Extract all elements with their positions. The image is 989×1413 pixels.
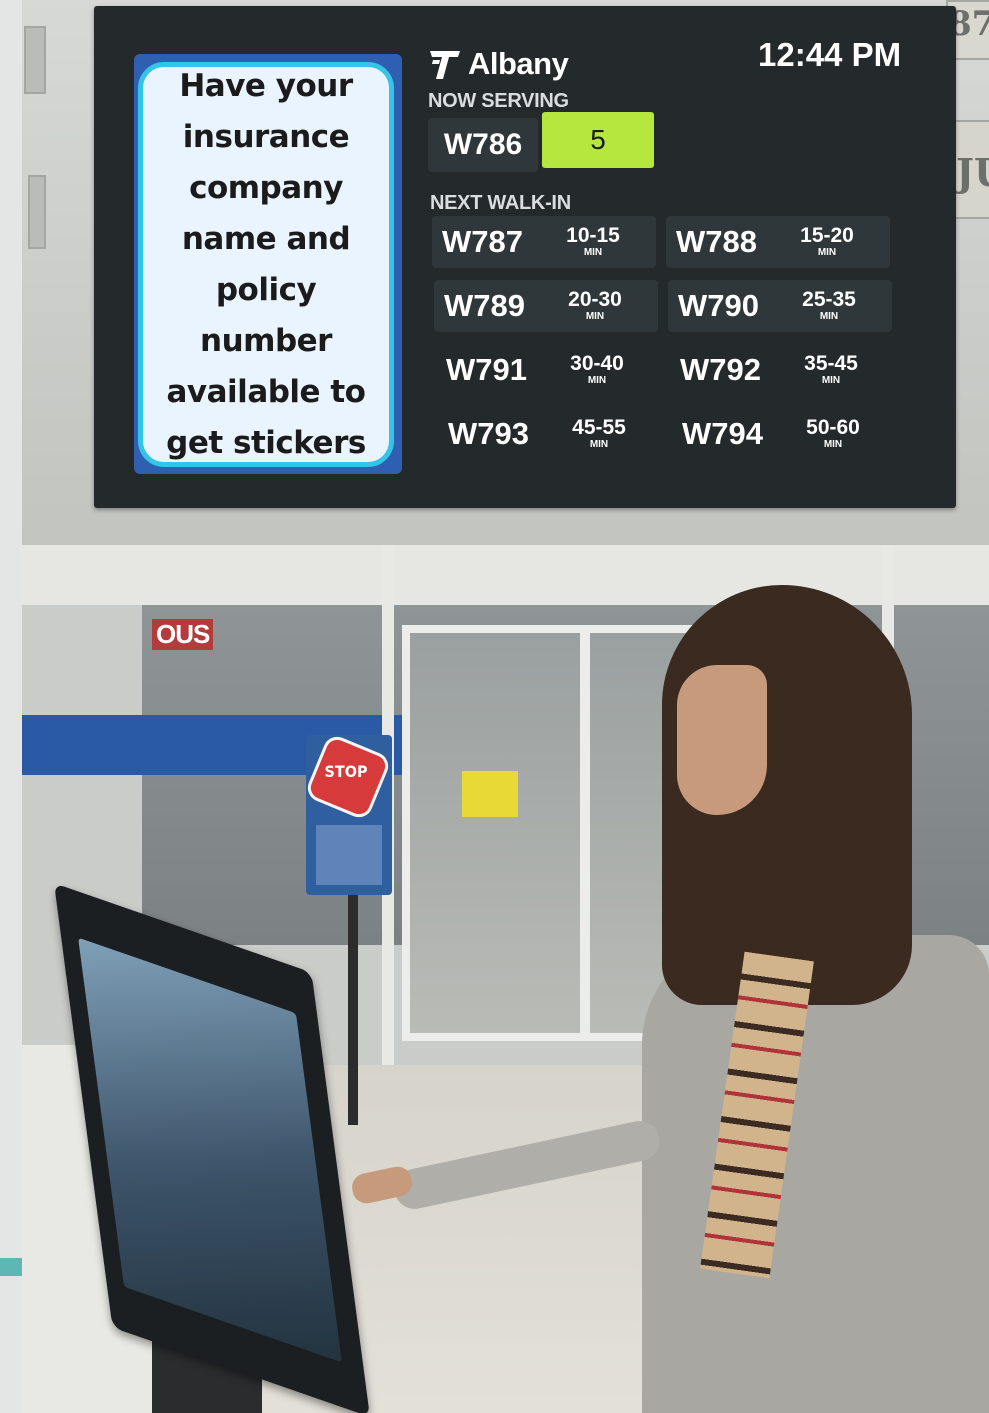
brand: Albany (428, 46, 569, 82)
queue-wait-unit: MIN (821, 375, 841, 386)
queue-wait-unit: MIN (587, 375, 607, 386)
queue-item: W787 10-15 MIN (432, 216, 656, 268)
queue-wait-unit: MIN (817, 247, 837, 258)
wall-sign: OUS (152, 619, 214, 650)
queue-ticket: W792 (680, 352, 761, 387)
queue-monitor: Have your insurance company name and pol… (94, 6, 956, 508)
teal-marker (0, 1258, 22, 1276)
stop-sign-text: STOP (324, 762, 368, 781)
queue-wait-unit: MIN (589, 439, 609, 450)
queue-wait: 50-60 MIN (792, 417, 874, 451)
queue-wait-range: 20-30 (568, 288, 622, 311)
queue-item: W793 45-55 MIN (438, 408, 662, 460)
queue-item: W791 30-40 MIN (436, 344, 660, 396)
queue-wait: 35-45 MIN (790, 353, 872, 387)
kiosk-photo: OUS STOP (22, 545, 989, 1413)
queue-wait: 25-35 MIN (788, 289, 870, 323)
license-plate-mid-text: JU (956, 150, 989, 195)
queue-wait-range: 50-60 (806, 416, 860, 439)
yellow-notice (462, 771, 518, 817)
queue-item: W788 15-20 MIN (666, 216, 890, 268)
queue-wait-range: 15-20 (800, 224, 854, 247)
queue-item: W794 50-60 MIN (672, 408, 896, 460)
ceiling (22, 545, 989, 605)
queue-ticket: W788 (676, 224, 757, 259)
stand-info-panel (316, 825, 382, 885)
queue-item: W792 35-45 MIN (670, 344, 894, 396)
now-serving-ticket: W786 (428, 118, 538, 172)
queue-wait: 10-15 MIN (552, 225, 634, 259)
queue-board-photo: 876 JU Have your insurance company name … (22, 0, 989, 545)
queue-ticket: W790 (678, 288, 759, 323)
queue-item: W790 25-35 MIN (668, 280, 892, 332)
queue-wait-range: 45-55 (572, 416, 626, 439)
notice-text: Have your insurance company name and pol… (166, 67, 366, 461)
wall-plate-left-lower (28, 175, 46, 249)
next-walkin-label: NEXT WALK-IN (430, 192, 571, 214)
queue-wait-unit: MIN (823, 439, 843, 450)
queue-ticket: W793 (448, 416, 529, 451)
queue-ticket: W794 (682, 416, 763, 451)
queue-wait: 45-55 MIN (558, 417, 640, 451)
queue-wait: 15-20 MIN (786, 225, 868, 259)
queue-wait-unit: MIN (585, 311, 605, 322)
queue-wait-range: 10-15 (566, 224, 620, 247)
queue-ticket: W791 (446, 352, 527, 387)
wall-plate-left (24, 26, 46, 94)
queue-wait: 20-30 MIN (554, 289, 636, 323)
queue-wait-unit: MIN (819, 311, 839, 322)
clock: 12:44 PM (758, 36, 902, 73)
glass-door-left (402, 625, 588, 1041)
queue-wait-range: 35-45 (804, 352, 858, 375)
brand-logo-icon (430, 51, 460, 79)
location-name: Albany (468, 46, 569, 81)
queue-wait-range: 25-35 (802, 288, 856, 311)
person-sweater (642, 935, 989, 1413)
queue-wait-unit: MIN (583, 247, 603, 258)
now-serving-window: 5 (542, 112, 654, 168)
page-left-margin (0, 0, 22, 1413)
queue-ticket: W787 (442, 224, 523, 259)
queue-item: W789 20-30 MIN (434, 280, 658, 332)
insurance-notice: Have your insurance company name and pol… (138, 62, 394, 467)
queue-wait: 30-40 MIN (556, 353, 638, 387)
queue-wait-range: 30-40 (570, 352, 624, 375)
now-serving-label: NOW SERVING (428, 90, 569, 112)
queue-ticket: W789 (444, 288, 525, 323)
person-face (677, 665, 767, 815)
stanchion-pole (348, 895, 358, 1125)
